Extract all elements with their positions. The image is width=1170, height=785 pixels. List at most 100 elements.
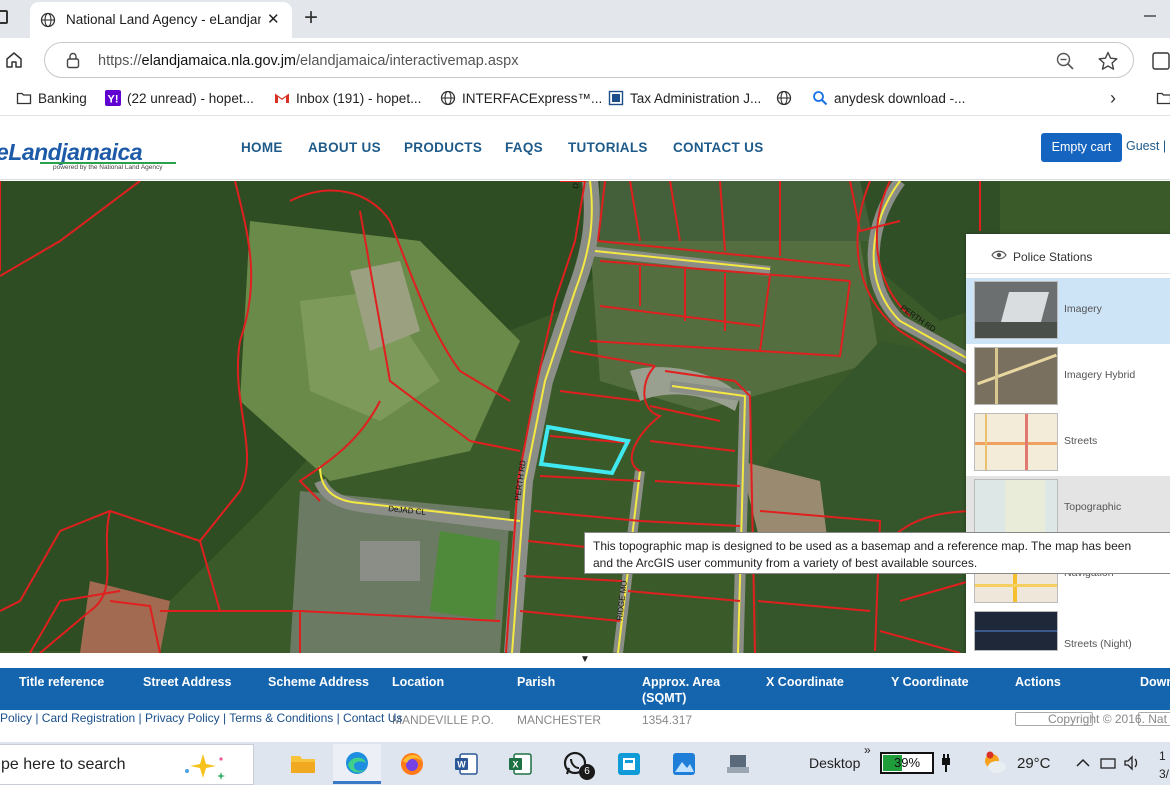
bookmark-gmail[interactable]: Inbox (191) - hopet... (274, 90, 421, 106)
taskbar-word[interactable]: W (442, 744, 490, 784)
system-clock[interactable]: 1 3/ (1159, 747, 1169, 783)
imagery-thumbnail (974, 281, 1058, 339)
favorite-star-icon[interactable] (1097, 51, 1119, 71)
copyright-text: Copyright © 2016. Nat (1048, 712, 1167, 726)
bookmark-label: Banking (38, 90, 87, 106)
svg-text:W: W (457, 760, 466, 770)
topographic-tooltip: This topographic map is designed to be u… (584, 532, 1170, 574)
battery-percent: 39% (893, 755, 921, 770)
tooltip-line-1: This topographic map is designed to be u… (593, 539, 1132, 553)
network-icon (1100, 758, 1116, 769)
basemap-label: Imagery (1064, 303, 1102, 315)
streets-night-thumbnail (974, 611, 1058, 651)
url-path: /elandjamaica/interactivemap.aspx (296, 53, 519, 69)
topographic-thumbnail (974, 479, 1058, 537)
gmail-icon (275, 93, 289, 103)
toolbar-overflow-icon[interactable]: » (864, 743, 871, 757)
bookmark-label: Inbox (191) - hopet... (296, 90, 422, 106)
bookmark-tax-administration[interactable]: Tax Administration J... (608, 90, 761, 106)
extensions-icon[interactable] (1150, 50, 1170, 72)
desktop-toolbar-label[interactable]: Desktop (809, 755, 860, 771)
cell-area: 1354.317 (642, 713, 693, 727)
copilot-sparkle-icon[interactable] (175, 751, 231, 781)
bookmark-interfacexpress[interactable]: INTERFACExpress™... (440, 90, 602, 106)
bookmark-banking[interactable]: Banking (16, 90, 87, 106)
globe-icon (40, 12, 56, 28)
footer-links[interactable]: Policy | Card Registration | Privacy Pol… (0, 711, 402, 725)
tab-close-icon[interactable]: ✕ (267, 10, 280, 28)
tab-actions-icon[interactable] (0, 10, 8, 24)
empty-cart-button[interactable]: Empty cart (1041, 133, 1122, 162)
basemap-streets-night[interactable]: Streets (Night) (966, 608, 1170, 654)
taskbar-file-explorer[interactable] (279, 744, 327, 784)
bookmarks-more-chevron-icon[interactable]: › (1110, 88, 1116, 109)
url-host: elandjamaica.nla.gov.jm (141, 53, 297, 69)
temperature-text[interactable]: 29°C (1017, 755, 1051, 772)
basemap-label: Topographic (1064, 501, 1122, 513)
svg-text:Y!: Y! (108, 94, 119, 106)
url-prefix: https:// (98, 53, 142, 69)
results-panel-toggle[interactable]: ▼ (0, 653, 1170, 668)
bookmark-label: (22 unread) - hopet... (127, 90, 254, 106)
basemap-imagery-hybrid[interactable]: Imagery Hybrid (966, 344, 1170, 410)
taskbar-excel[interactable]: X (496, 744, 544, 784)
photos-icon (673, 753, 695, 775)
new-tab-button[interactable]: + (304, 4, 318, 32)
col-street-address: Street Address (143, 675, 232, 689)
tax-site-icon (608, 90, 624, 106)
cell-location: MANDEVILLE P.O. (392, 713, 494, 727)
basemap-streets[interactable]: Streets (966, 410, 1170, 476)
svg-text:X: X (512, 760, 518, 770)
file-explorer-icon (291, 756, 315, 773)
cell-parish: MANCHESTER (517, 713, 602, 727)
bookmark-label: INTERFACExpress™... (462, 90, 603, 106)
road-label-top: D (571, 182, 581, 189)
nav-faqs[interactable]: FAQS (505, 140, 543, 155)
zoom-out-icon[interactable] (1055, 51, 1075, 71)
nav-tutorials[interactable]: TUTORIALS (568, 140, 648, 155)
eye-icon[interactable] (991, 249, 1007, 261)
results-table-header: Title reference Street Address Scheme Ad… (0, 668, 1170, 710)
taskbar-whatsapp[interactable]: 6 (551, 744, 599, 784)
taskbar-firefox[interactable] (388, 744, 436, 784)
bookmark-yahoo-mail[interactable]: Y! (22 unread) - hopet... (105, 90, 254, 106)
rooftop (360, 541, 420, 581)
taskbar-search-box[interactable]: pe here to search (0, 744, 254, 785)
home-icon[interactable] (4, 50, 24, 70)
nav-contact-us[interactable]: CONTACT US (673, 140, 764, 155)
charging-plug-icon (942, 754, 950, 772)
nav-products[interactable]: PRODUCTS (404, 140, 482, 155)
minimize-icon[interactable] (1142, 8, 1158, 24)
clock-time: 1 (1159, 749, 1166, 763)
tooltip-line-2: and the ArcGIS user community from a var… (593, 556, 978, 570)
nav-home[interactable]: HOME (241, 140, 283, 155)
address-bar[interactable]: https://elandjamaica.nla.gov.jm/elandjam… (44, 42, 1134, 78)
chevron-up-icon (1076, 758, 1090, 767)
word-icon: W (455, 753, 478, 775)
streets-thumbnail (974, 413, 1058, 471)
layer-label: Police Stations (1013, 250, 1093, 264)
tab-national-land-agency[interactable]: National Land Agency - eLandjam ✕ (30, 2, 292, 38)
other-favorites-folder-icon[interactable] (1156, 90, 1170, 106)
bookmark-globe[interactable] (776, 90, 798, 106)
system-tray-icons[interactable] (1075, 754, 1145, 772)
col-download: Down (1140, 675, 1170, 689)
basemap-label: Streets (Night) (1064, 638, 1132, 650)
nav-about-us[interactable]: ABOUT US (308, 140, 381, 155)
col-scheme-address: Scheme Address (268, 675, 369, 689)
taskbar-edge[interactable] (333, 744, 381, 784)
search-icon (813, 91, 828, 106)
lock-icon[interactable] (65, 52, 81, 69)
layer-police-stations[interactable]: Police Stations (966, 234, 1170, 274)
guest-login-link[interactable]: Guest | L (1126, 139, 1170, 153)
weather-icon[interactable] (982, 750, 1008, 776)
bookmark-anydesk[interactable]: anydesk download -... (812, 90, 965, 106)
battery-indicator[interactable]: 39% (880, 752, 934, 774)
basemap-imagery[interactable]: Imagery (966, 278, 1170, 344)
taskbar-photos[interactable] (660, 744, 708, 784)
bookmarks-bar: Banking Y! (22 unread) - hopet... Inbox … (0, 82, 1170, 116)
taskbar-calculator-app[interactable] (605, 744, 653, 784)
collapse-arrow-icon[interactable]: ▼ (580, 654, 590, 665)
search-placeholder: pe here to search (1, 756, 126, 773)
taskbar-network-app[interactable] (714, 744, 762, 784)
